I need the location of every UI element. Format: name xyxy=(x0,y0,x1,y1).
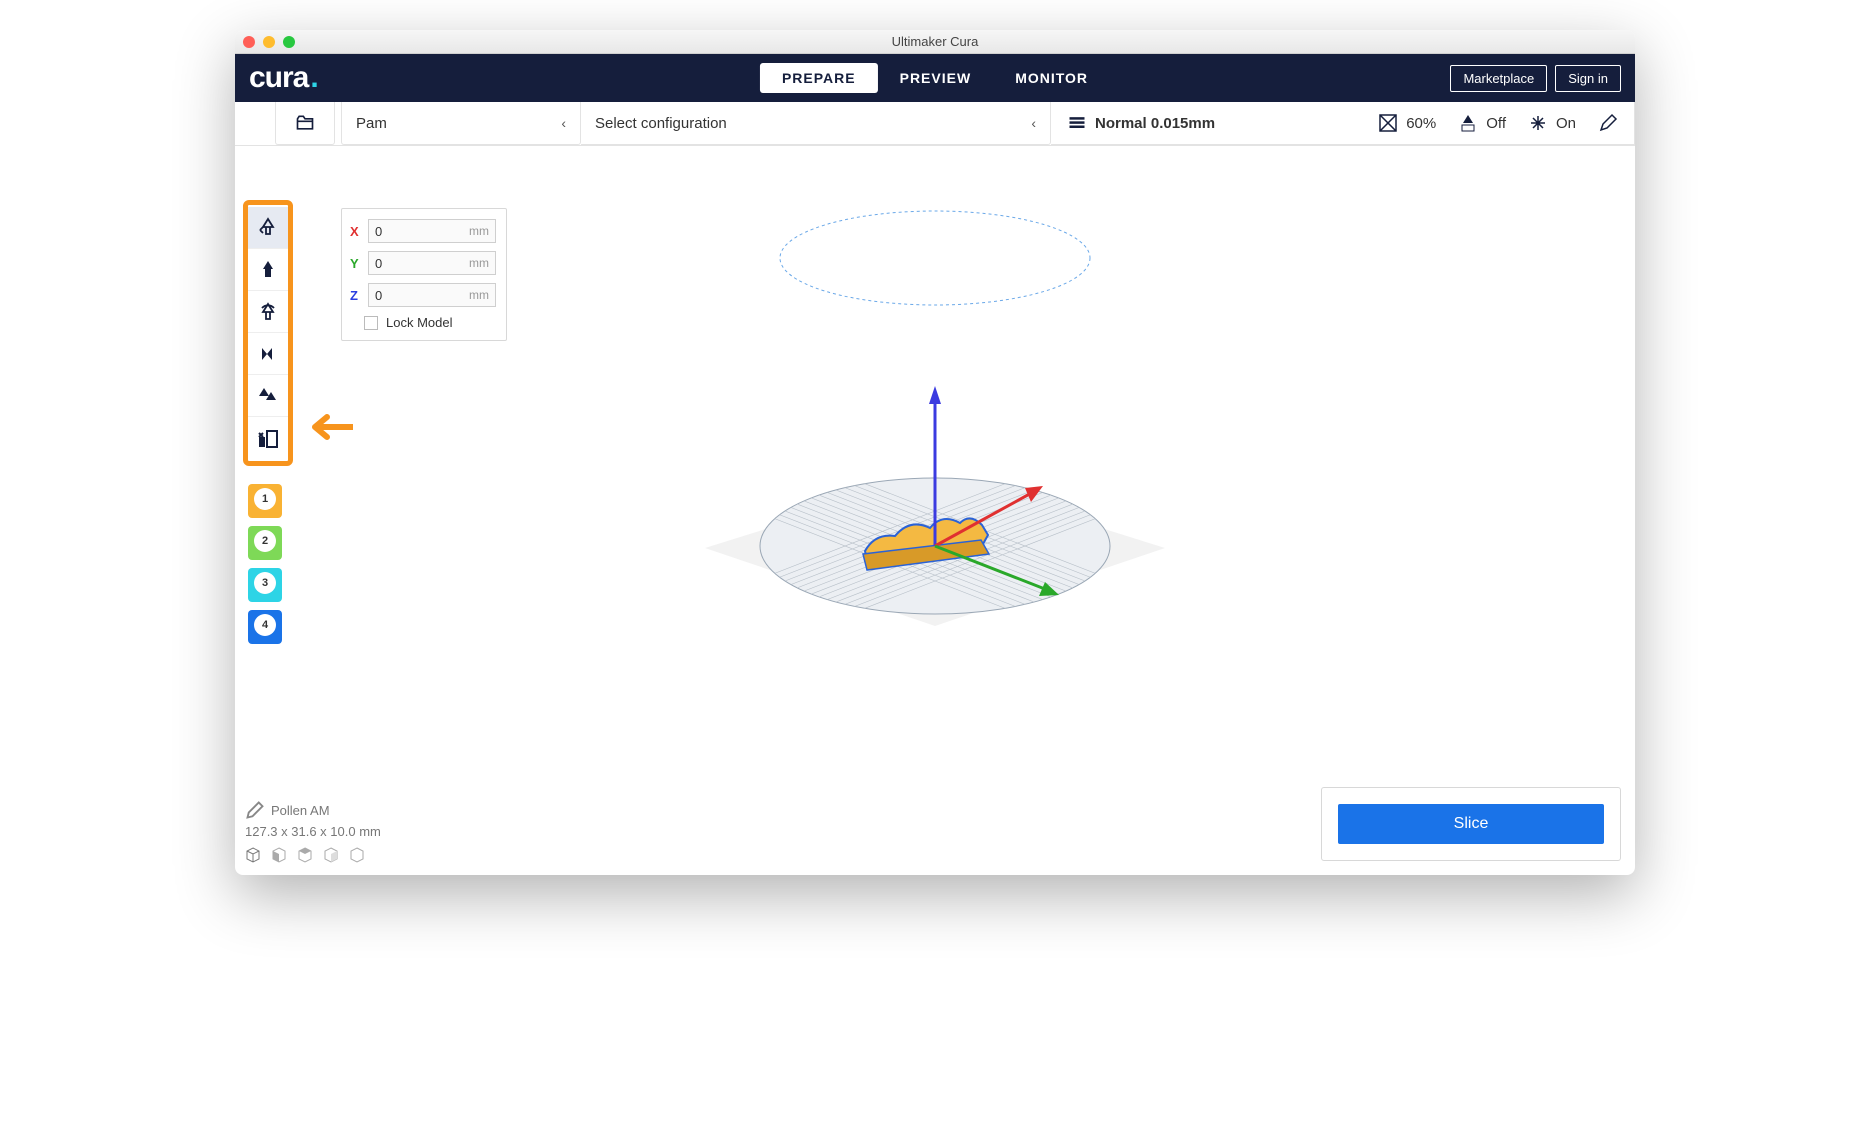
tab-preview[interactable]: PREVIEW xyxy=(878,63,994,93)
app-logo: cura. xyxy=(249,61,318,95)
view-left-button[interactable] xyxy=(323,847,339,863)
folder-open-icon xyxy=(295,113,315,133)
lock-model-checkbox[interactable] xyxy=(364,316,378,330)
adhesion-group: On xyxy=(1528,113,1576,133)
zoom-window-button[interactable] xyxy=(283,36,295,48)
view-front-button[interactable] xyxy=(271,847,287,863)
build-volume-top-icon xyxy=(780,211,1090,305)
support-blocker-tool-button[interactable] xyxy=(248,417,288,459)
z-value: 0 xyxy=(375,288,382,303)
view-iso-button[interactable] xyxy=(245,847,261,863)
print-settings-bar[interactable]: Normal 0.015mm 60% Off On xyxy=(1051,102,1635,145)
view-right-button[interactable] xyxy=(349,847,365,863)
unit-label: mm xyxy=(469,224,489,238)
support-value: Off xyxy=(1486,115,1506,132)
profile-value: Normal 0.015mm xyxy=(1095,115,1215,132)
open-file-button[interactable] xyxy=(275,102,335,145)
edit-settings-button[interactable] xyxy=(1598,113,1618,133)
pencil-icon xyxy=(245,800,265,820)
per-model-settings-button[interactable] xyxy=(248,375,288,417)
tool-bar xyxy=(248,207,288,459)
tab-monitor[interactable]: MONITOR xyxy=(993,63,1110,93)
window-title: Ultimaker Cura xyxy=(892,34,979,49)
config-bar: Pam ‹ Select configuration ‹ Normal 0.01… xyxy=(235,102,1635,146)
arrow-annotation-icon xyxy=(303,412,353,447)
layers-icon xyxy=(1067,113,1087,133)
lock-model-label: Lock Model xyxy=(386,315,452,330)
close-window-button[interactable] xyxy=(243,36,255,48)
stage-tabs: PREPARE PREVIEW MONITOR xyxy=(760,63,1110,93)
extruder-badge: 1 xyxy=(254,488,276,510)
z-axis-label: Z xyxy=(350,288,362,303)
x-axis-label: X xyxy=(350,224,362,239)
model-name: Pollen AM xyxy=(271,803,330,818)
extruder-selector: 1 2 3 4 xyxy=(243,484,293,644)
tool-highlight-annotation xyxy=(243,200,293,466)
view-top-button[interactable] xyxy=(297,847,313,863)
move-tool-panel: X 0 mm Y 0 mm Z 0 mm Lock Model xyxy=(341,208,507,341)
logo-text: cura xyxy=(249,61,308,95)
extruder-badge: 2 xyxy=(254,530,276,552)
move-tool-button[interactable] xyxy=(248,207,288,249)
sign-in-button[interactable]: Sign in xyxy=(1555,65,1621,92)
tab-prepare[interactable]: PREPARE xyxy=(760,63,878,93)
mirror-tool-button[interactable] xyxy=(248,333,288,375)
app-header: cura. PREPARE PREVIEW MONITOR Marketplac… xyxy=(235,54,1635,102)
z-position-input[interactable]: 0 mm xyxy=(368,283,496,307)
support-icon xyxy=(1458,113,1478,133)
extruder-3-button[interactable]: 3 xyxy=(248,568,282,602)
extruder-2-button[interactable]: 2 xyxy=(248,526,282,560)
x-position-input[interactable]: 0 mm xyxy=(368,219,496,243)
model-dimensions: 127.3 x 31.6 x 10.0 mm xyxy=(245,824,381,839)
window-titlebar: Ultimaker Cura xyxy=(235,30,1635,54)
unit-label: mm xyxy=(469,288,489,302)
adhesion-value: On xyxy=(1556,115,1576,132)
extruder-4-button[interactable]: 4 xyxy=(248,610,282,644)
marketplace-button[interactable]: Marketplace xyxy=(1450,65,1547,92)
extruder-badge: 4 xyxy=(254,614,276,636)
configuration-selector[interactable]: Select configuration ‹ xyxy=(581,102,1051,145)
infill-icon xyxy=(1378,113,1398,133)
view-orientation-controls xyxy=(245,847,381,863)
model-info-panel: Pollen AM 127.3 x 31.6 x 10.0 mm xyxy=(245,800,381,863)
y-value: 0 xyxy=(375,256,382,271)
profile-group: Normal 0.015mm xyxy=(1067,113,1215,133)
configuration-label: Select configuration xyxy=(595,115,727,132)
chevron-left-icon: ‹ xyxy=(561,115,566,131)
y-position-input[interactable]: 0 mm xyxy=(368,251,496,275)
slice-button[interactable]: Slice xyxy=(1338,804,1604,844)
y-axis-label: Y xyxy=(350,256,362,271)
printer-selector[interactable]: Pam ‹ xyxy=(341,102,581,145)
extruder-badge: 3 xyxy=(254,572,276,594)
chevron-left-icon: ‹ xyxy=(1031,115,1036,131)
minimize-window-button[interactable] xyxy=(263,36,275,48)
extruder-1-button[interactable]: 1 xyxy=(248,484,282,518)
scale-tool-button[interactable] xyxy=(248,249,288,291)
adhesion-icon xyxy=(1528,113,1548,133)
infill-group: 60% xyxy=(1378,113,1436,133)
support-group: Off xyxy=(1458,113,1506,133)
slice-panel: Slice xyxy=(1321,787,1621,861)
rotate-tool-button[interactable] xyxy=(248,291,288,333)
pencil-icon xyxy=(1598,113,1618,133)
printer-name: Pam xyxy=(356,115,387,132)
x-value: 0 xyxy=(375,224,382,239)
infill-value: 60% xyxy=(1406,115,1436,132)
unit-label: mm xyxy=(469,256,489,270)
